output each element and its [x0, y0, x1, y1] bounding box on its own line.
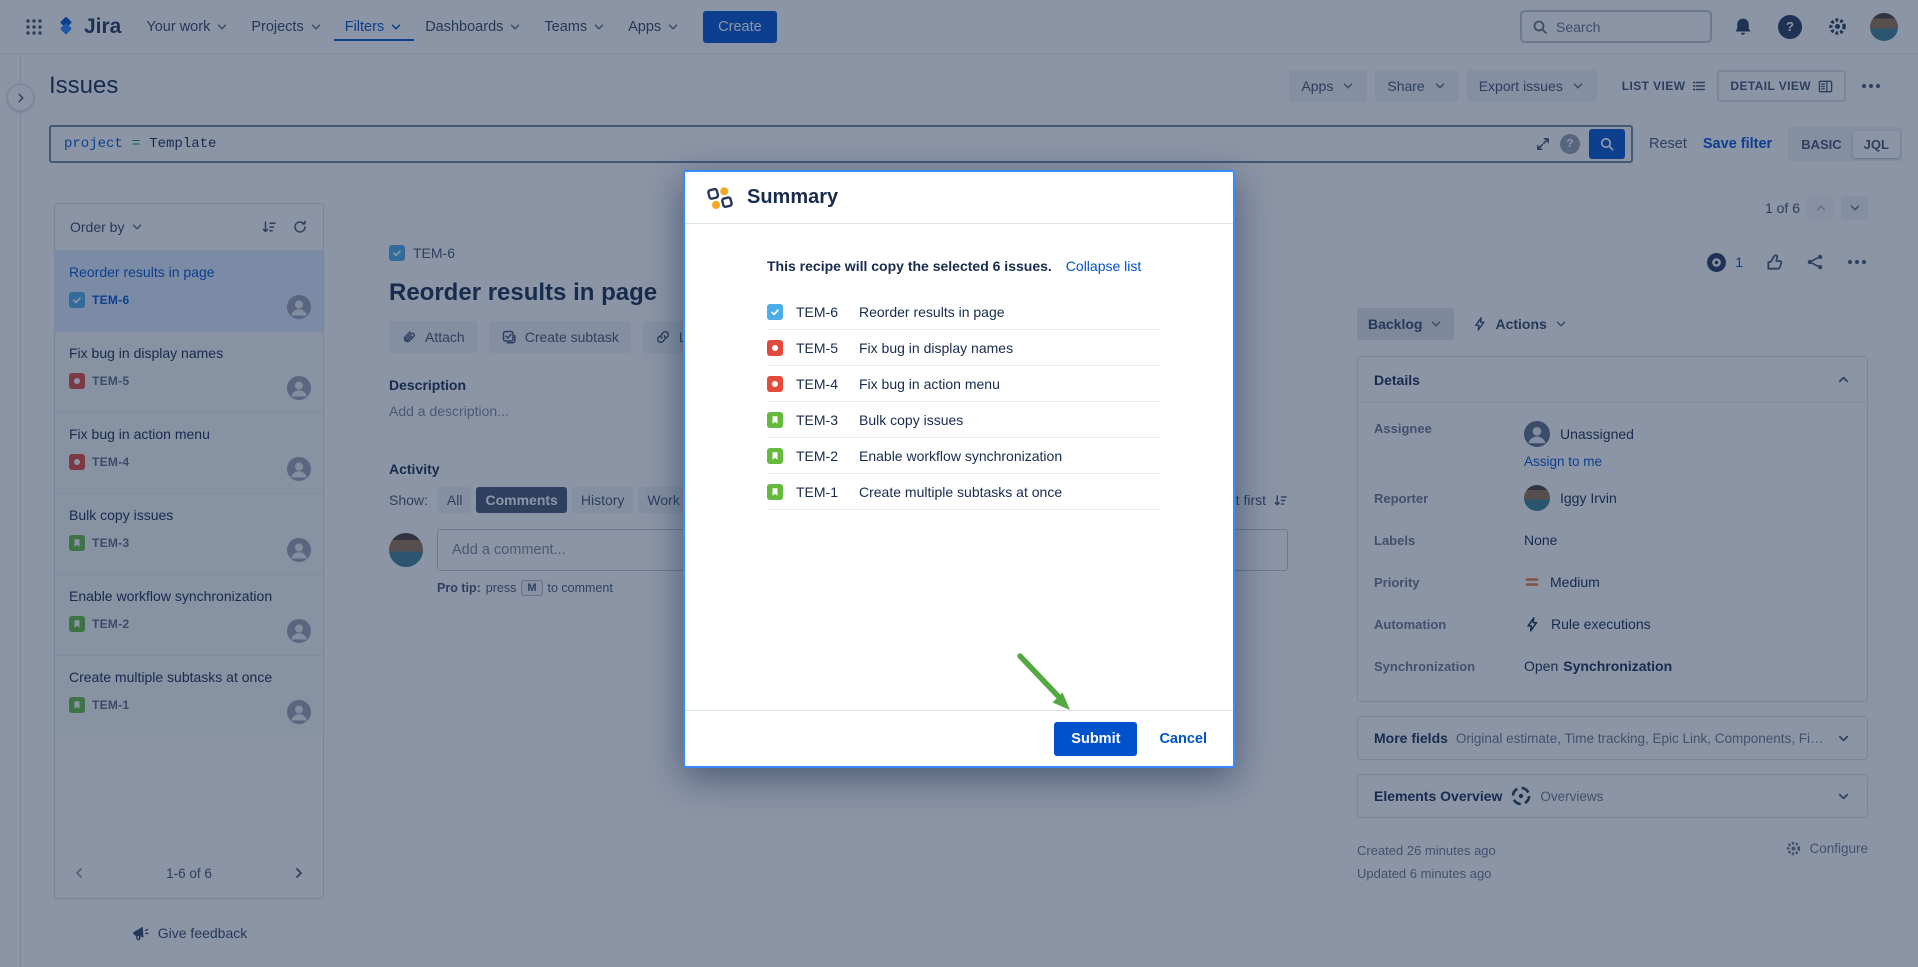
- app-logo-icon: [707, 185, 733, 211]
- cancel-button[interactable]: Cancel: [1159, 731, 1207, 747]
- story-type-icon: [767, 448, 783, 464]
- submit-button[interactable]: Submit: [1054, 722, 1137, 756]
- selected-issues-list: TEM-6 Reorder results in page TEM-5 Fix …: [767, 294, 1159, 510]
- annotation-arrow: [1012, 652, 1082, 722]
- selected-issue-row: TEM-3 Bulk copy issues: [767, 402, 1159, 438]
- summary-dialog: Summary This recipe will copy the select…: [683, 170, 1235, 768]
- bug-type-icon: [767, 376, 783, 392]
- selected-issue-row: TEM-4 Fix bug in action menu: [767, 366, 1159, 402]
- story-type-icon: [767, 484, 783, 500]
- summary-dialog-body: This recipe will copy the selected 6 iss…: [685, 224, 1233, 510]
- collapse-list-link[interactable]: Collapse list: [1066, 258, 1141, 274]
- selected-issue-row: TEM-6 Reorder results in page: [767, 294, 1159, 330]
- selected-issue-row: TEM-5 Fix bug in display names: [767, 330, 1159, 366]
- summary-dialog-footer: Submit Cancel: [685, 710, 1233, 766]
- task-type-icon: [767, 304, 783, 320]
- jira-app: Jira Your work Projects Filters Dashboar…: [0, 0, 1918, 967]
- selected-issue-row: TEM-2 Enable workflow synchronization: [767, 438, 1159, 474]
- bug-type-icon: [767, 340, 783, 356]
- story-type-icon: [767, 412, 783, 428]
- dialog-title: Summary: [747, 186, 838, 209]
- summary-dialog-header: Summary: [685, 172, 1233, 224]
- selected-issue-row: TEM-1 Create multiple subtasks at once: [767, 474, 1159, 510]
- recipe-summary-text: This recipe will copy the selected 6 iss…: [767, 258, 1052, 274]
